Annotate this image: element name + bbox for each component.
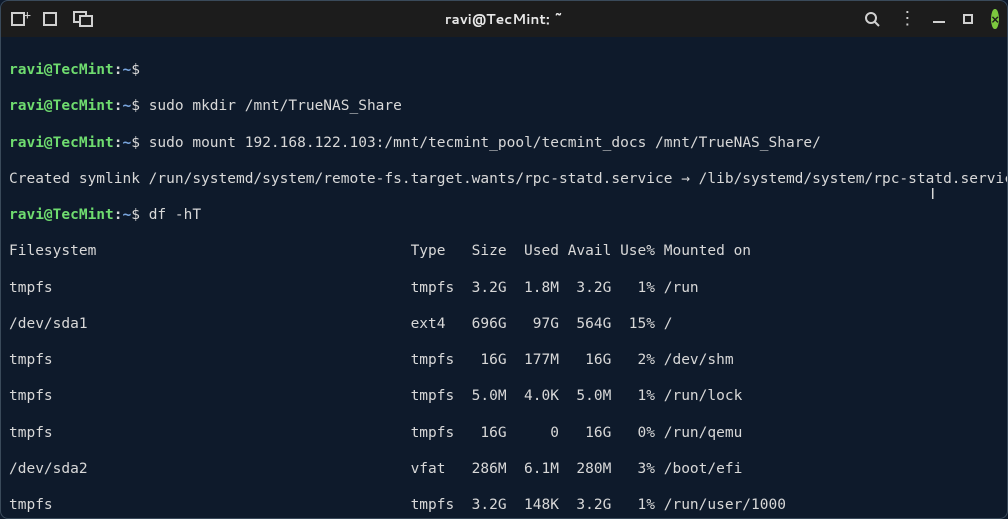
prompt-symbol: $: [131, 207, 140, 223]
table-row: tmpfs tmpfs 3.2G 148K 3.2G 1% /run/user/…: [9, 496, 999, 514]
prompt-host: TecMint: [53, 62, 114, 78]
new-window-button[interactable]: [41, 10, 59, 28]
table-row: tmpfs tmpfs 3.2G 1.8M 3.2G 1% /run: [9, 279, 999, 297]
prompt-path: ~: [123, 62, 132, 78]
menu-button[interactable]: ⋮: [898, 10, 915, 28]
prompt-line: ravi@TecMint:~$ sudo mount 192.168.122.1…: [9, 134, 999, 152]
new-tab-button[interactable]: [9, 10, 27, 28]
prompt-colon: :: [114, 135, 123, 151]
window-title: ravi@TecMint: ~: [143, 9, 865, 29]
prompt-user: ravi: [9, 207, 44, 223]
search-button[interactable]: [864, 10, 880, 28]
close-button[interactable]: ×: [991, 9, 999, 29]
prompt-at: @: [44, 98, 53, 114]
prompt-user: ravi: [9, 98, 44, 114]
titlebar: ravi@TecMint: ~ ⋮ ×: [1, 1, 1007, 37]
prompt-colon: :: [114, 207, 123, 223]
prompt-colon: :: [114, 62, 123, 78]
prompt-user: ravi: [9, 62, 44, 78]
prompt-line: ravi@TecMint:~$ sudo mkdir /mnt/TrueNAS_…: [9, 97, 999, 115]
table-row: tmpfs tmpfs 16G 177M 16G 2% /dev/shm: [9, 351, 999, 369]
prompt-symbol: $: [131, 62, 140, 78]
table-row: tmpfs tmpfs 16G 0 16G 0% /run/qemu: [9, 424, 999, 442]
prompt-host: TecMint: [53, 207, 114, 223]
prompt-path: ~: [123, 207, 132, 223]
table-row: /dev/sda1 ext4 696G 97G 564G 15% /: [9, 315, 999, 333]
prompt-host: TecMint: [53, 98, 114, 114]
windows-list-button[interactable]: [73, 10, 91, 28]
prompt-at: @: [44, 135, 53, 151]
prompt-line: ravi@TecMint:~$: [9, 61, 999, 79]
minimize-icon: [933, 21, 945, 23]
prompt-at: @: [44, 207, 53, 223]
table-row: /dev/sda2 vfat 286M 6.1M 280M 3% /boot/e…: [9, 460, 999, 478]
command-mount: sudo mount 192.168.122.103:/mnt/tecmint_…: [149, 135, 821, 151]
prompt-line: ravi@TecMint:~$ df -hT: [9, 206, 999, 224]
search-icon: [864, 11, 880, 27]
text-cursor-ibeam-icon: I: [931, 185, 935, 205]
titlebar-left-controls: [9, 10, 139, 28]
command-mkdir: sudo mkdir /mnt/TrueNAS_Share: [149, 98, 402, 114]
terminal-viewport[interactable]: ravi@TecMint:~$ ravi@TecMint:~$ sudo mkd…: [1, 37, 1007, 518]
prompt-path: ~: [123, 98, 132, 114]
prompt-at: @: [44, 62, 53, 78]
prompt-symbol: $: [131, 135, 140, 151]
prompt-colon: :: [114, 98, 123, 114]
command-df: df -hT: [149, 207, 201, 223]
prompt-host: TecMint: [53, 135, 114, 151]
minimize-button[interactable]: [933, 10, 945, 28]
output-symlink: Created symlink /run/systemd/system/remo…: [9, 170, 999, 188]
prompt-user: ravi: [9, 135, 44, 151]
maximize-button[interactable]: [963, 10, 973, 28]
table-row: tmpfs tmpfs 5.0M 4.0K 5.0M 1% /run/lock: [9, 387, 999, 405]
titlebar-right-controls: ⋮ ×: [869, 9, 999, 29]
prompt-path: ~: [123, 135, 132, 151]
prompt-symbol: $: [131, 98, 140, 114]
df-header: Filesystem Type Size Used Avail Use% Mou…: [9, 242, 999, 260]
maximize-icon: [963, 14, 973, 24]
